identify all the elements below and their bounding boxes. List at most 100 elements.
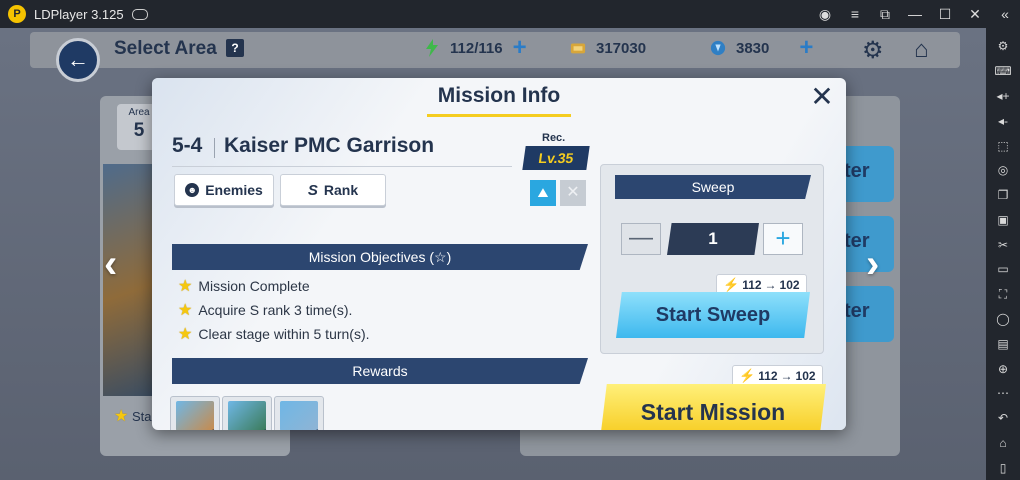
objective-star-icon: ★ [178,302,193,319]
rewards-header: Rewards [172,358,588,384]
add-pyroxene-button[interactable]: + [799,36,813,60]
stage-divider [172,166,512,167]
ap-bolt-icon [426,39,438,57]
enemies-label: Enemies [205,182,263,198]
full-screen-icon[interactable]: ⛶ [986,282,1020,307]
stage-prefix: Sta [131,409,152,424]
mission-info-dialog: Mission Info ✕ 5-4 Kaiser PMC Garrison R… [152,78,846,430]
mission-cost-to: 102 [795,369,816,383]
reward-quantity: x1 [205,428,215,430]
necklace-icon [280,401,318,430]
menu-icon[interactable]: ≡ [840,0,870,28]
reward-quantity: x1 [309,428,319,430]
title-bar: P LDPlayer 3.125 ◉ ≡ ⧉ — ☐ ✕ « [0,0,1020,28]
record-icon[interactable]: ◎ [986,158,1020,183]
recommended-level: Lv.35 [522,146,590,170]
title-underline [427,114,571,117]
credits-icon [570,43,586,54]
terrain-mountain-icon[interactable]: ⛰ [530,180,556,206]
close-icon[interactable]: ✕ [960,0,990,28]
game-viewport: ← Select Area ? 112/116 + 317030 3830 + … [0,28,986,480]
ldplayer-logo-icon: P [8,5,26,23]
screenshot-icon[interactable]: ⬚ [986,133,1020,158]
ap-bolt-icon: ⚡ [723,277,740,292]
objective-text: Mission Complete [198,278,310,294]
objective-text: Clear stage within 5 turn(s). [198,326,370,342]
stage-name: Kaiser PMC Garrison [224,134,435,157]
help-button[interactable]: ? [226,39,244,57]
stage-separator [214,138,215,158]
close-dialog-button[interactable]: ✕ [806,82,838,114]
app-title: LDPlayer 3.125 [34,6,124,22]
stage-number: 5-4 [172,134,203,157]
sync-icon[interactable]: ◯ [986,307,1020,332]
reward-item-book[interactable]: x1 [222,396,272,430]
enemies-button[interactable]: ☻ Enemies [174,174,274,206]
add-ap-button[interactable]: + [513,36,527,60]
recent-apps-icon[interactable]: ▯ [986,455,1020,480]
collapse-icon[interactable]: « [990,0,1020,28]
objective-text: Acquire S rank 3 time(s). [198,302,353,318]
mission-cost-from: 112 [758,369,778,383]
credits-value: 317030 [596,39,647,57]
account-icon[interactable]: ◉ [810,0,840,28]
location-icon[interactable]: ⊕ [986,356,1020,381]
enemy-skull-icon: ☻ [185,183,200,197]
pyroxene-counter: 3830 + [710,36,813,60]
rank-button[interactable]: S Rank [280,174,386,206]
enter-button-1[interactable]: ter [838,146,894,202]
objective-item: ★ Clear stage within 5 turn(s). [178,324,370,344]
previous-area-icon[interactable]: ‹ [104,242,117,287]
gear-icon[interactable]: ⚙ [862,36,884,65]
credits-counter: 317030 [570,39,646,57]
reward-item-necklace[interactable]: x1 [274,396,324,430]
reward-item-watch[interactable]: x1 [170,396,220,430]
restore-icon[interactable]: ⧉ [870,0,900,28]
start-sweep-button[interactable]: Start Sweep [616,292,810,338]
more-icon[interactable]: ⋯ [986,381,1020,406]
maximize-icon[interactable]: ☐ [930,0,960,28]
rank-s-icon: S [307,181,318,199]
ap-value: 112/116 [450,39,503,57]
next-area-icon[interactable]: › [866,242,879,287]
home-icon[interactable]: ⌂ [986,431,1020,456]
pyroxene-icon [710,40,726,56]
objective-item: ★ Acquire S rank 3 time(s). [178,300,352,320]
objective-item: ★ Mission Complete [178,276,310,296]
minimize-icon[interactable]: — [900,0,930,28]
book-icon [228,401,266,430]
back-icon[interactable]: ↶ [986,406,1020,431]
keyboard-icon[interactable]: ⌨ [986,59,1020,84]
sweep-title: Sweep [615,175,811,199]
pyroxene-value: 3830 [736,39,770,57]
volume-up-icon[interactable]: ◂+ [986,84,1020,109]
terrain-disabled-icon: ✕ [560,180,586,206]
ap-counter: 112/116 + [424,36,527,60]
sweep-cost-to: 102 [779,278,800,292]
arrow-right-icon: → [764,278,777,292]
objective-star-icon: ★ [178,326,193,343]
objectives-header: Mission Objectives (☆) [172,244,588,270]
stage-star-label: ★ Sta [114,406,151,426]
shake-icon[interactable]: ▤ [986,331,1020,356]
home-button[interactable]: ⌂ [914,36,929,64]
back-button[interactable]: ← [56,38,100,82]
enter-button-3[interactable]: ter [838,286,894,342]
sweep-increase-button[interactable]: + [763,223,803,255]
volume-down-icon[interactable]: ◂- [986,108,1020,133]
arrow-right-icon: → [780,369,793,383]
scissors-icon[interactable]: ✂ [986,232,1020,257]
recommended-label: Rec. [542,132,566,144]
sweep-decrease-button[interactable]: — [621,223,661,255]
area-label: Area [128,107,150,118]
sweep-cost-from: 112 [742,278,762,292]
multi-instance-icon[interactable]: ❐ [986,183,1020,208]
gamepad-icon[interactable] [131,8,148,20]
settings-icon[interactable]: ⚙ [986,34,1020,59]
sweep-count: 1 [667,223,759,255]
install-apk-icon[interactable]: ▣ [986,207,1020,232]
video-icon[interactable]: ▭ [986,257,1020,282]
rank-label: Rank [323,182,359,198]
ap-bolt-icon: ⚡ [739,368,756,383]
start-mission-button[interactable]: Start Mission [600,384,826,430]
